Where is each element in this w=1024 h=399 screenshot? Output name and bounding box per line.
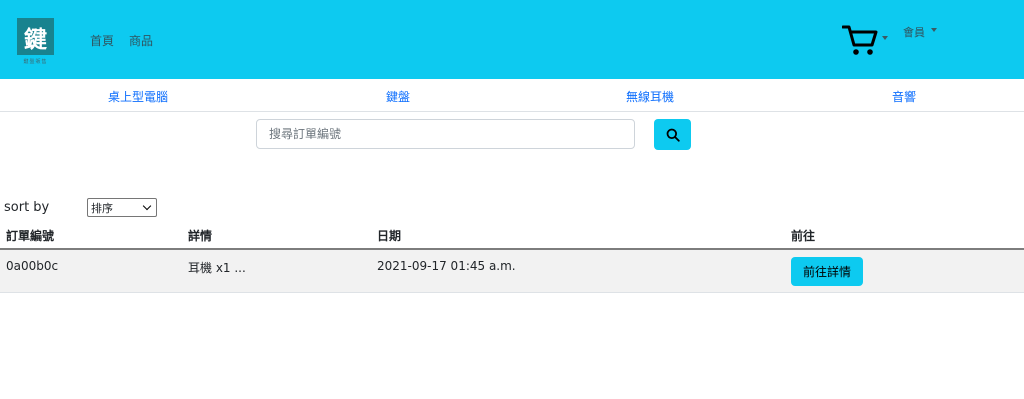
category-keyboard-link[interactable]: 鍵盤 xyxy=(386,88,410,105)
column-header-detail: 詳情 xyxy=(188,229,213,243)
view-detail-button[interactable]: 前往詳情 xyxy=(791,257,863,286)
cart-icon[interactable] xyxy=(842,21,878,57)
sort-selected-value: 排序 xyxy=(91,201,113,215)
order-date-cell: 2021-09-17 01:45 a.m. xyxy=(377,259,516,273)
cart-chevron-down-icon[interactable] xyxy=(882,36,888,40)
sort-select[interactable]: 排序 xyxy=(87,198,157,217)
member-menu[interactable]: 會員 xyxy=(903,24,925,40)
nav-home-link[interactable]: 首頁 xyxy=(90,32,114,49)
category-nav: 桌上型電腦 鍵盤 無線耳機 音響 xyxy=(0,79,1024,112)
chevron-down-icon xyxy=(142,201,152,210)
column-header-action: 前往 xyxy=(791,229,816,243)
brand-logo[interactable]: 鍵 xyxy=(17,18,54,55)
order-id-cell: 0a00b0c xyxy=(6,259,59,273)
nav-products-link[interactable]: 商品 xyxy=(129,32,153,49)
column-header-date: 日期 xyxy=(377,229,402,243)
category-earphones-link[interactable]: 無線耳機 xyxy=(626,88,674,105)
column-header-order-id: 訂單編號 xyxy=(6,229,55,243)
top-navbar: 鍵 鍵盤販售 首頁 商品 會員 xyxy=(0,0,1024,79)
search-input[interactable] xyxy=(256,119,635,149)
sort-label: sort by xyxy=(4,200,50,215)
logo-subtitle: 鍵盤販售 xyxy=(23,59,48,65)
category-speakers-link[interactable]: 音響 xyxy=(892,88,916,105)
member-chevron-down-icon[interactable] xyxy=(931,28,937,32)
search-icon xyxy=(666,128,680,142)
search-button[interactable] xyxy=(654,119,691,150)
category-desktop-link[interactable]: 桌上型電腦 xyxy=(108,88,168,105)
order-detail-cell: 耳機 x1 ... xyxy=(188,261,246,275)
logo-text: 鍵 xyxy=(24,26,47,53)
